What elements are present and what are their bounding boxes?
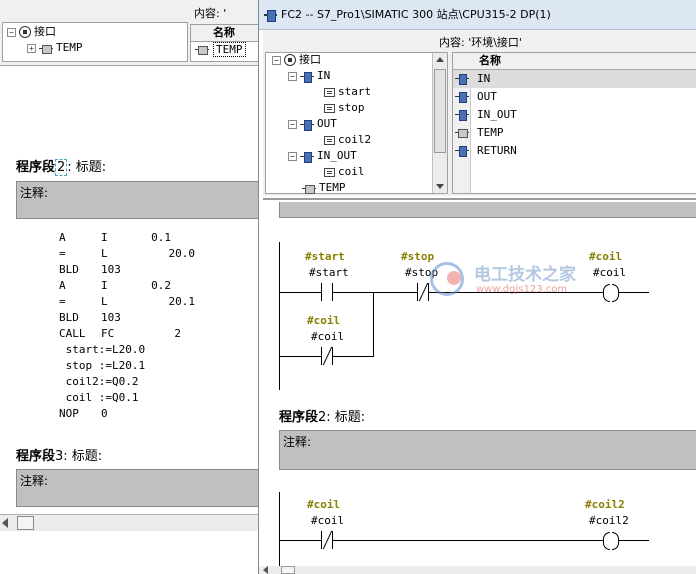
horizontal-scrollbar[interactable] <box>0 514 261 531</box>
declaration-area: 内容: '环境\接口' − 接口 − IN start stop − OUT coil… <box>263 30 696 196</box>
scroll-thumb[interactable] <box>17 516 34 530</box>
return-param-icon <box>455 146 469 157</box>
code-area[interactable]: #start #start #stop #stop #coil #coil #c… <box>263 198 696 574</box>
collapse-icon[interactable]: − <box>272 55 281 65</box>
left-names-list: 名称 TEMP <box>190 24 261 62</box>
comment-box[interactable]: 注释: <box>16 469 261 507</box>
tree-item-temp[interactable]: TEMP <box>302 181 346 195</box>
in-param-icon <box>300 71 314 83</box>
collapse-icon[interactable]: − <box>288 119 297 129</box>
scroll-up-icon[interactable] <box>436 57 444 62</box>
coil2-name: #coil2 <box>589 514 629 527</box>
names-header[interactable]: 名称 <box>191 25 261 42</box>
coil-name: #coil <box>593 266 627 279</box>
coil2-symbol: #coil2 <box>585 498 625 511</box>
scroll-thumb[interactable] <box>281 566 295 574</box>
in-param-icon <box>455 74 469 85</box>
tree-item-coil[interactable]: coil <box>324 165 365 179</box>
tree-item-start[interactable]: start <box>324 85 371 99</box>
tree-item-coil2[interactable]: coil2 <box>324 133 371 147</box>
list-item[interactable]: TEMP <box>191 42 261 58</box>
comment-box-tail <box>279 202 696 218</box>
contact-coil-latch[interactable] <box>321 347 333 365</box>
interface-tree: − 接口 − IN start stop − OUT coil2 − IN_OUT co… <box>265 52 448 194</box>
left-content-label: 内容: ' <box>190 6 261 22</box>
coil2-output[interactable] <box>603 532 619 550</box>
scroll-down-icon[interactable] <box>436 184 444 189</box>
contact-coil-symbol: #coil <box>307 314 341 327</box>
interface-icon <box>19 26 31 38</box>
left-declaration-area: − 接口 + TEMP 内容: ' 名称 TEMP <box>0 0 261 66</box>
expand-icon[interactable]: + <box>27 43 36 53</box>
names-list: 名称 IN OUT IN_OUT TEMP RETURN <box>452 52 696 194</box>
list-item-out[interactable]: OUT <box>453 88 696 106</box>
tree-item-stop[interactable]: stop <box>324 101 365 115</box>
window-title: FC2 -- S7_Pro1\SIMATIC 300 站点\CPU315-2 D… <box>281 8 551 21</box>
power-rail <box>279 242 280 390</box>
tree-item-interface[interactable]: − 接口 <box>7 25 56 39</box>
fc2-editor-window: FC2 -- S7_Pro1\SIMATIC 300 站点\CPU315-2 D… <box>258 0 696 574</box>
interface-icon <box>284 54 296 66</box>
contact-coil-symbol: #coil <box>307 498 341 511</box>
scroll-thumb[interactable] <box>434 69 446 153</box>
segment-2-title[interactable]: 程序段2: 标题: <box>279 406 365 425</box>
out-param-icon <box>300 119 314 131</box>
variable-icon <box>324 87 335 97</box>
list-item-temp[interactable]: TEMP <box>453 124 696 142</box>
contact-stop[interactable] <box>417 283 429 301</box>
temp-icon <box>455 128 469 138</box>
tree-item-in-out[interactable]: − IN_OUT <box>288 149 357 163</box>
comment-box[interactable]: 注释: <box>279 430 696 470</box>
collapse-icon[interactable]: − <box>7 27 16 37</box>
temp-icon <box>195 45 209 55</box>
contact-coil-name: #coil <box>311 330 345 343</box>
list-item-return[interactable]: RETURN <box>453 142 696 160</box>
comment-box[interactable]: 注释: <box>16 181 261 219</box>
scroll-left-icon[interactable] <box>2 518 8 528</box>
variable-icon <box>324 167 335 177</box>
window-titlebar[interactable]: FC2 -- S7_Pro1\SIMATIC 300 站点\CPU315-2 D… <box>259 0 696 30</box>
contact-start-symbol: #start <box>305 250 345 263</box>
tree-item-out[interactable]: − OUT <box>288 117 337 131</box>
tree-item-in[interactable]: − IN <box>288 69 330 83</box>
background-editor-window: − 接口 + TEMP 内容: ' 名称 TEMP 程序段 2: 标题: 注释: AI… <box>0 0 262 574</box>
content-label: 内容: '环境\接口' <box>439 36 522 49</box>
variable-icon <box>324 103 335 113</box>
list-item-in[interactable]: IN <box>453 70 696 88</box>
variable-icon <box>324 135 335 145</box>
collapse-icon[interactable]: − <box>288 71 297 81</box>
inout-param-icon <box>455 110 469 121</box>
segment-3-title[interactable]: 程序段3: 标题: <box>16 445 102 464</box>
contact-stop-name: #stop <box>405 266 439 279</box>
tree-vertical-scrollbar[interactable] <box>432 53 447 193</box>
horizontal-scrollbar[interactable] <box>259 566 696 574</box>
temp-icon <box>39 44 53 54</box>
contact-stop-symbol: #stop <box>401 250 435 263</box>
names-header[interactable]: 名称 <box>453 53 696 70</box>
contact-coil[interactable] <box>321 531 333 549</box>
coil-output[interactable] <box>603 284 619 302</box>
segment-2-title[interactable]: 程序段2: 标题: <box>16 156 106 176</box>
list-item-in-out[interactable]: IN_OUT <box>453 106 696 124</box>
tree-item-interface[interactable]: − 接口 <box>272 53 321 67</box>
contact-coil-name: #coil <box>311 514 345 527</box>
inout-param-icon <box>300 151 314 163</box>
power-rail <box>279 492 280 574</box>
block-icon <box>264 10 277 22</box>
out-param-icon <box>455 92 469 103</box>
temp-icon <box>302 184 316 194</box>
left-interface-tree: − 接口 + TEMP <box>2 22 188 62</box>
tree-item-temp[interactable]: + TEMP <box>27 41 83 55</box>
coil-symbol: #coil <box>589 250 623 263</box>
contact-start-name: #start <box>309 266 349 279</box>
scroll-left-icon[interactable] <box>263 566 268 574</box>
collapse-icon[interactable]: − <box>288 151 297 161</box>
contact-start[interactable] <box>321 283 333 301</box>
